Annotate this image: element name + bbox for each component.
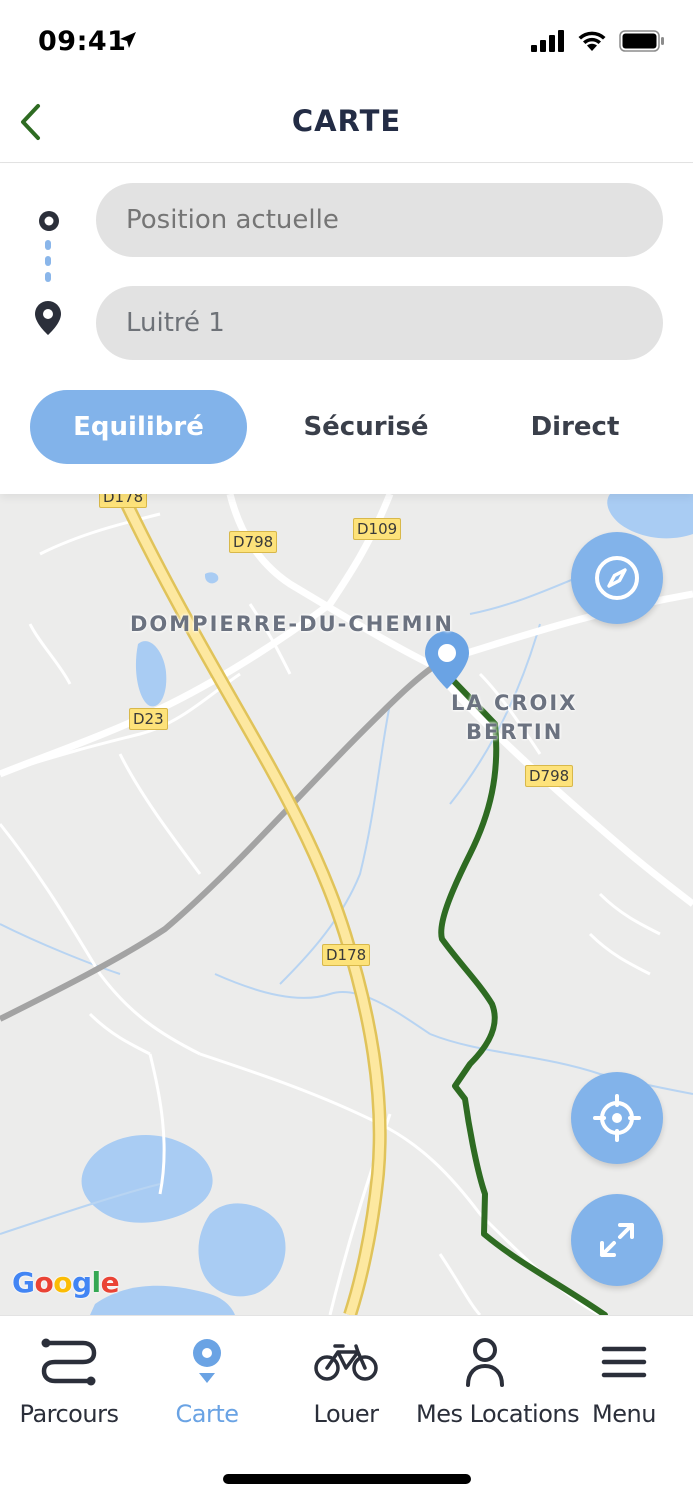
destination-input[interactable] <box>96 286 663 360</box>
route-connector <box>44 240 52 288</box>
nav-label: Louer <box>313 1400 379 1428</box>
nav-label: Carte <box>175 1400 239 1428</box>
bottom-nav: Parcours Carte Louer Mes Locations Menu <box>0 1315 693 1500</box>
road-label: D109 <box>353 518 402 540</box>
origin-input[interactable] <box>96 183 663 257</box>
compass-button[interactable] <box>571 532 663 624</box>
map-view[interactable]: D178 D798 D109 D23 D798 D178 DOMPIERRE-D… <box>0 494 693 1315</box>
mode-direct-button[interactable]: Direct <box>470 390 680 464</box>
page-title: CARTE <box>291 104 402 138</box>
cellular-signal-icon <box>531 30 564 52</box>
nav-label: Parcours <box>19 1400 119 1428</box>
map-pin-icon <box>193 1339 221 1383</box>
place-label-la-croix: LA CROIX <box>451 691 578 715</box>
nav-carte[interactable]: Carte <box>138 1334 276 1428</box>
road-label: D23 <box>129 708 168 730</box>
nav-menu[interactable]: Menu <box>555 1334 693 1428</box>
google-logo: Google <box>12 1266 120 1299</box>
nav-label: Mes Locations <box>416 1400 580 1428</box>
wifi-icon <box>578 31 606 51</box>
battery-icon <box>619 30 664 52</box>
location-arrow-icon <box>120 32 136 48</box>
home-indicator <box>223 1474 471 1484</box>
status-icons <box>531 30 665 52</box>
crosshair-icon <box>593 1094 641 1142</box>
mode-securise-button[interactable]: Sécurisé <box>258 390 474 464</box>
status-time: 09:41 <box>38 26 127 57</box>
road-label: D798 <box>525 765 574 787</box>
place-label-bertin: BERTIN <box>466 720 564 744</box>
nav-louer[interactable]: Louer <box>277 1334 415 1428</box>
bicycle-icon <box>314 1344 378 1381</box>
route-panel: Equilibré Sécurisé Direct <box>0 164 693 494</box>
header: CARTE <box>0 88 693 163</box>
fullscreen-button[interactable] <box>571 1194 663 1286</box>
road-label: D178 <box>322 944 371 966</box>
mode-equilibre-button[interactable]: Equilibré <box>30 390 247 464</box>
nav-parcours[interactable]: Parcours <box>0 1334 138 1428</box>
hamburger-icon <box>601 1346 647 1378</box>
route-icon <box>41 1338 97 1386</box>
route-mode-selector: Equilibré Sécurisé Direct <box>30 390 660 464</box>
expand-icon <box>600 1223 634 1257</box>
map-location-pin <box>425 631 469 689</box>
origin-dot-icon <box>39 211 59 231</box>
user-icon <box>466 1338 504 1387</box>
destination-pin-icon <box>35 301 61 335</box>
road-label: D178 <box>99 494 148 508</box>
place-label-dompierre: DOMPIERRE-DU-CHEMIN <box>130 612 454 636</box>
road-label: D798 <box>229 531 278 553</box>
my-location-button[interactable] <box>571 1072 663 1164</box>
nav-label: Menu <box>592 1400 656 1428</box>
nav-mes-locations[interactable]: Mes Locations <box>416 1334 580 1428</box>
compass-icon <box>595 556 639 600</box>
status-bar: 09:41 <box>0 0 693 88</box>
